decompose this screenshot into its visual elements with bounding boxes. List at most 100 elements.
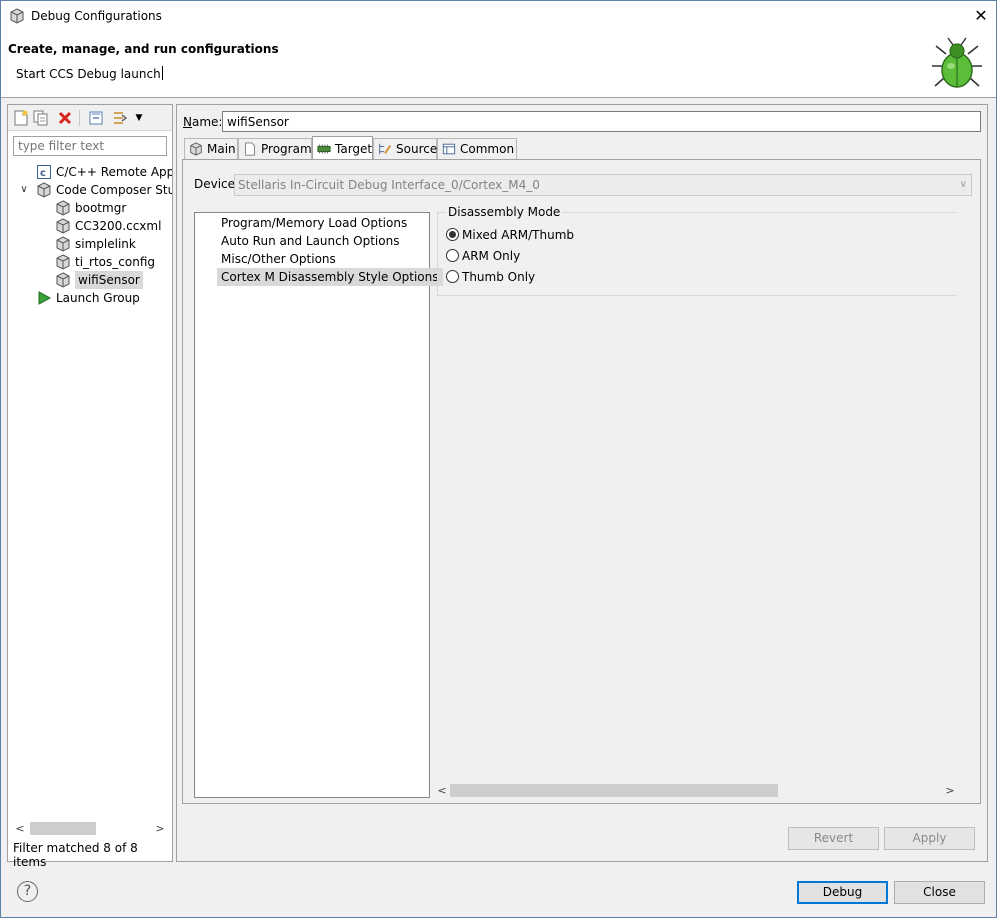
options-horizontal-scrollbar[interactable]: < > (435, 782, 957, 799)
help-button[interactable]: ? (17, 881, 38, 902)
radio-label: ARM Only (462, 249, 521, 263)
tab-main[interactable]: Main (184, 138, 238, 160)
tree-item-label: Code Composer Stuc (56, 183, 172, 197)
group-title: Disassembly Mode (446, 205, 563, 219)
c-app-icon: c (37, 165, 51, 179)
target-tab-icon (317, 144, 331, 154)
radio-unchecked-icon (446, 249, 459, 262)
chevron-down-icon: ∨ (959, 179, 967, 190)
device-select-value: Stellaris In-Circuit Debug Interface_0/C… (238, 178, 540, 192)
disassembly-mode-group: Disassembly Mode Mixed ARM/Thumb ARM Onl… (437, 205, 957, 296)
tab-label: Main (207, 142, 236, 156)
list-item-cortex-disassembly[interactable]: Cortex M Disassembly Style Options (217, 268, 443, 286)
tree-item-cc3200-ccxml[interactable]: CC3200.ccxml (14, 217, 172, 235)
toolbar-separator (79, 110, 80, 126)
ccs-cube-icon (56, 200, 70, 216)
new-config-button[interactable] (12, 109, 30, 127)
tree-item-label: wifiSensor (75, 271, 143, 289)
tree-item-simplelink[interactable]: simplelink (14, 235, 172, 253)
radio-arm-only[interactable]: ARM Only (446, 247, 520, 265)
list-item-auto-run-launch[interactable]: Auto Run and Launch Options (217, 232, 403, 250)
revert-button[interactable]: Revert (788, 827, 879, 850)
banner-heading: Create, manage, and run configurations (8, 42, 279, 56)
tree-item-c-remote-app[interactable]: c C/C++ Remote Appli (14, 163, 172, 181)
chevron-down-icon: ▼ (135, 113, 143, 123)
expand-chevron-icon[interactable]: ∨ (18, 181, 30, 199)
banner-message: Start CCS Debug launch (16, 66, 163, 81)
radio-mixed-arm-thumb[interactable]: Mixed ARM/Thumb (446, 226, 574, 244)
tree-toolbar: ▼ (8, 105, 172, 131)
filter-menu-dropdown[interactable]: ▼ (130, 109, 148, 127)
tree-item-launch-group[interactable]: Launch Group (14, 289, 172, 307)
tree-item-label: CC3200.ccxml (75, 219, 162, 233)
name-label: Name: (183, 115, 222, 129)
configurations-tree-pane: ▼ c C/C++ Remote Appli ∨ Code Composer S… (7, 104, 173, 869)
close-icon: ✕ (974, 6, 988, 25)
tab-source[interactable]: Source (373, 138, 437, 160)
green-bug-icon (932, 37, 982, 88)
tree-item-code-composer-studio[interactable]: ∨ Code Composer Stuc (14, 181, 172, 199)
tab-label: Common (460, 142, 515, 156)
title-bar: Debug Configurations ✕ (1, 1, 996, 32)
tree-item-label: simplelink (75, 237, 136, 251)
scroll-left-arrow-icon[interactable]: < (13, 820, 27, 837)
collapse-all-icon (89, 111, 103, 125)
tab-label: Target (335, 142, 373, 156)
duplicate-button[interactable] (32, 109, 50, 127)
debug-button[interactable]: Debug (797, 881, 888, 904)
tree-item-label: ti_rtos_config (75, 255, 155, 269)
configuration-editor-pane: Name: Main Program Target Source Common … (176, 104, 988, 862)
tab-label: Source (396, 142, 438, 156)
close-button[interactable]: Close (894, 881, 985, 904)
ccs-cube-icon (56, 272, 70, 288)
list-item-misc-other[interactable]: Misc/Other Options (217, 250, 340, 268)
ccs-cube-icon (56, 254, 70, 270)
configurations-tree: c C/C++ Remote Appli ∨ Code Composer Stu… (8, 161, 172, 811)
tree-item-ti-rtos-config[interactable]: ti_rtos_config (14, 253, 172, 271)
scrollbar-thumb[interactable] (30, 822, 96, 835)
filter-button[interactable] (111, 109, 129, 127)
scroll-right-arrow-icon[interactable]: > (153, 820, 167, 837)
window-title: Debug Configurations (31, 9, 162, 23)
tree-item-label: bootmgr (75, 201, 127, 215)
debug-config-icon (10, 8, 24, 24)
device-select: Stellaris In-Circuit Debug Interface_0/C… (234, 174, 972, 196)
red-x-icon (58, 111, 72, 125)
close-window-button[interactable]: ✕ (966, 1, 996, 32)
tree-horizontal-scrollbar[interactable]: < > (13, 820, 167, 837)
name-field[interactable] (222, 111, 981, 132)
option-detail-area: Disassembly Mode Mixed ARM/Thumb ARM Onl… (435, 205, 957, 799)
radio-label: Mixed ARM/Thumb (462, 228, 575, 242)
debug-configurations-window: Debug Configurations ✕ Create, manage, a… (0, 0, 997, 918)
delete-button[interactable] (56, 109, 74, 127)
apply-button[interactable]: Apply (884, 827, 975, 850)
list-item-program-memory-load[interactable]: Program/Memory Load Options (217, 214, 411, 232)
filter-icon (114, 112, 128, 124)
text-caret (161, 66, 163, 80)
header-banner: Create, manage, and run configurations S… (1, 32, 996, 98)
filter-input[interactable] (13, 136, 167, 156)
scroll-right-arrow-icon[interactable]: > (943, 782, 957, 799)
new-document-icon (14, 110, 28, 126)
tab-label: Program (261, 142, 312, 156)
scrollbar-thumb[interactable] (450, 784, 778, 797)
svg-text:c: c (40, 168, 46, 179)
source-tab-icon (379, 143, 391, 155)
tree-item-label: C/C++ Remote Appli (56, 165, 172, 179)
option-category-list: Program/Memory Load Options Auto Run and… (194, 212, 443, 798)
tree-item-label: Launch Group (56, 291, 140, 305)
ccs-cube-icon (56, 236, 70, 252)
tab-program[interactable]: Program (238, 138, 312, 160)
tree-item-wifisensor[interactable]: wifiSensor (14, 271, 172, 289)
tree-item-bootmgr[interactable]: bootmgr (14, 199, 172, 217)
ccs-cube-icon (37, 182, 51, 198)
banner-message-text: Start CCS Debug launch (16, 67, 161, 81)
help-icon: ? (23, 883, 32, 899)
radio-thumb-only[interactable]: Thumb Only (446, 268, 535, 286)
collapse-all-button[interactable] (87, 109, 105, 127)
tab-target[interactable]: Target (312, 136, 373, 160)
radio-unchecked-icon (446, 270, 459, 283)
scroll-left-arrow-icon[interactable]: < (435, 782, 449, 799)
device-label: Device (194, 177, 236, 191)
tab-common[interactable]: Common (437, 138, 517, 160)
